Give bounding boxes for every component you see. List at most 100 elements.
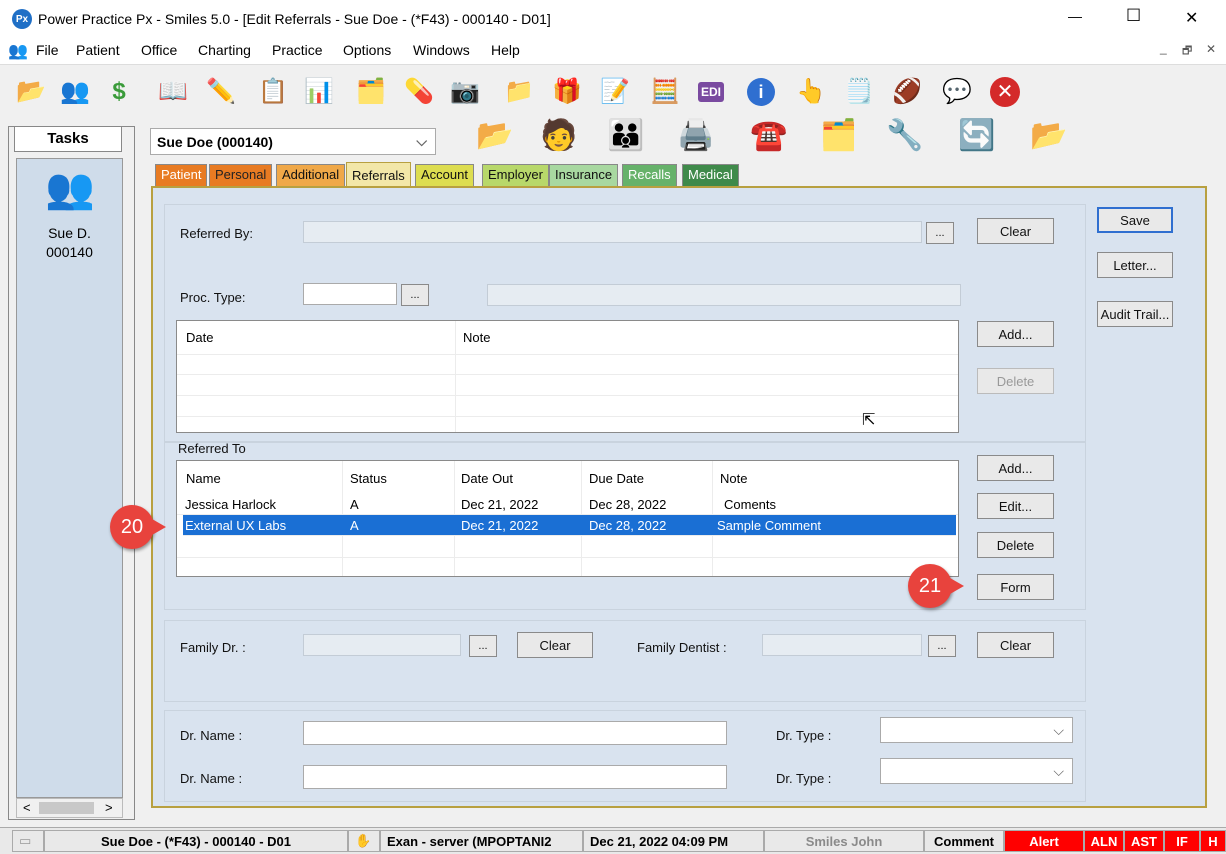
referred-to-delete-button[interactable]: Delete: [977, 532, 1054, 558]
patient-icon[interactable]: 🧑: [540, 118, 577, 153]
menu-windows[interactable]: Windows: [413, 42, 470, 58]
referred-by-clear-button[interactable]: Clear: [977, 218, 1054, 244]
refresh-icon[interactable]: 🔄: [958, 118, 995, 153]
maximize-button[interactable]: ☐: [1126, 6, 1141, 26]
family-icon[interactable]: 👪: [607, 118, 644, 153]
chart-pencil-icon[interactable]: ✏️: [204, 75, 238, 109]
hand-pointer-icon[interactable]: 👆: [794, 75, 828, 109]
tab-referrals[interactable]: Referrals: [346, 162, 411, 188]
status-h[interactable]: H: [1200, 830, 1226, 852]
tab-additional[interactable]: Additional: [276, 164, 346, 186]
menu-options[interactable]: Options: [343, 42, 391, 58]
referred-to-edit-button[interactable]: Edit...: [977, 493, 1054, 519]
col-date-out[interactable]: Date Out: [461, 471, 513, 486]
tools-icon[interactable]: 🔧: [886, 118, 923, 153]
football-icon[interactable]: 🏈: [890, 75, 924, 109]
family-dr-field[interactable]: [303, 634, 461, 656]
status-ast[interactable]: AST: [1124, 830, 1164, 852]
notes-col-date[interactable]: Date: [186, 330, 213, 345]
family-dr-browse-button[interactable]: ...: [469, 635, 497, 657]
folder-sync-icon[interactable]: 📂: [1030, 118, 1067, 153]
table-row-selected[interactable]: External UX Labs A Dec 21, 2022 Dec 28, …: [183, 515, 956, 536]
medicine-icon[interactable]: 💊: [402, 75, 436, 109]
tab-insurance[interactable]: Insurance: [549, 164, 619, 186]
scroll-left-arrow[interactable]: <: [23, 800, 31, 815]
tab-patient[interactable]: Patient: [155, 164, 208, 186]
tab-personal[interactable]: Personal: [209, 164, 273, 186]
notepad-icon[interactable]: 🗒️: [842, 75, 876, 109]
dr-type-select-2[interactable]: ⌵: [880, 758, 1073, 784]
chat-icon[interactable]: 💬: [940, 75, 974, 109]
status-if[interactable]: IF: [1164, 830, 1200, 852]
referred-by-field[interactable]: [303, 221, 922, 243]
scroll-right-arrow[interactable]: >: [105, 800, 113, 815]
folder-tools-icon[interactable]: 🗂️: [354, 75, 388, 109]
status-alert[interactable]: Alert: [1004, 830, 1084, 852]
dr-type-select-1[interactable]: ⌵: [880, 717, 1073, 743]
referred-to-grid[interactable]: Name Status Date Out Due Date Note Jessi…: [176, 460, 959, 577]
col-note[interactable]: Note: [720, 471, 747, 486]
tab-account[interactable]: Account: [415, 164, 474, 186]
mdi-minimize-button[interactable]: _: [1160, 41, 1167, 55]
gift-icon[interactable]: 🎁: [550, 75, 584, 109]
close-window-button[interactable]: ✕: [1185, 8, 1198, 28]
notes-row[interactable]: [177, 375, 958, 396]
notes-delete-button[interactable]: Delete: [977, 368, 1054, 394]
camera-icon[interactable]: 📷: [448, 75, 482, 109]
menu-file[interactable]: File: [36, 42, 59, 58]
exit-icon[interactable]: ✕: [988, 75, 1022, 109]
tasks-hscrollbar[interactable]: < >: [16, 798, 123, 818]
status-aln[interactable]: ALN: [1084, 830, 1124, 852]
notes-grid[interactable]: Date Note: [176, 320, 959, 433]
family-dentist-field[interactable]: [762, 634, 922, 656]
notes-row[interactable]: [177, 354, 958, 375]
phone-icon[interactable]: ☎️: [750, 118, 787, 153]
folders-icon[interactable]: 📁: [502, 75, 536, 109]
col-due-date[interactable]: Due Date: [589, 471, 644, 486]
referred-to-add-button[interactable]: Add...: [977, 455, 1054, 481]
family-dentist-browse-button[interactable]: ...: [928, 635, 956, 657]
table-row[interactable]: [177, 558, 958, 579]
col-status[interactable]: Status: [350, 471, 387, 486]
menu-patient[interactable]: Patient: [76, 42, 120, 58]
menu-practice[interactable]: Practice: [272, 42, 323, 58]
mdi-close-button[interactable]: ✕: [1206, 42, 1216, 56]
notes-row[interactable]: [177, 396, 958, 417]
book-icon[interactable]: 📖: [156, 75, 190, 109]
tab-medical[interactable]: Medical: [682, 164, 739, 186]
tab-recalls[interactable]: Recalls: [622, 164, 677, 186]
folder-list-icon[interactable]: 🗂️: [820, 118, 857, 153]
scroll-thumb[interactable]: [39, 802, 94, 814]
dr-name-field-1[interactable]: [303, 721, 727, 745]
people-menu-icon[interactable]: 👥: [8, 41, 28, 61]
mdi-restore-button[interactable]: 🗗: [1182, 42, 1192, 61]
calculator-icon[interactable]: 🧮: [648, 75, 682, 109]
chart-grid-icon[interactable]: 📊: [302, 75, 336, 109]
save-button[interactable]: Save: [1097, 207, 1173, 233]
patient-avatar-icon[interactable]: 👥: [45, 165, 95, 212]
dollar-icon[interactable]: $: [102, 75, 136, 109]
tab-employer[interactable]: Employer: [482, 164, 549, 186]
proc-type-browse-button[interactable]: ...: [401, 284, 429, 306]
open-folder-icon[interactable]: 📂: [476, 118, 513, 153]
task-patient-name[interactable]: Sue D.: [17, 225, 122, 241]
table-row[interactable]: [177, 537, 958, 558]
family-dentist-clear-button[interactable]: Clear: [977, 632, 1054, 658]
status-comment[interactable]: Comment: [924, 830, 1004, 852]
proc-type-field[interactable]: [303, 283, 397, 305]
referred-by-browse-button[interactable]: ...: [926, 222, 954, 244]
edi-icon[interactable]: EDI: [694, 75, 728, 109]
referred-to-form-button[interactable]: Form: [977, 574, 1054, 600]
open-folder-icon[interactable]: 📂: [14, 75, 48, 109]
notes-col-note[interactable]: Note: [463, 330, 490, 345]
printer-alert-icon[interactable]: 🖨️: [677, 118, 714, 153]
letter-button[interactable]: Letter...: [1097, 252, 1173, 278]
table-row[interactable]: Jessica Harlock A Dec 21, 2022 Dec 28, 2…: [177, 494, 958, 515]
patients-icon[interactable]: 👥: [58, 75, 92, 109]
dr-name-field-2[interactable]: [303, 765, 727, 789]
col-name[interactable]: Name: [186, 471, 221, 486]
menu-help[interactable]: Help: [491, 42, 520, 58]
patient-select[interactable]: Sue Doe (000140) ⌵: [150, 128, 436, 155]
notes-add-button[interactable]: Add...: [977, 321, 1054, 347]
menu-charting[interactable]: Charting: [198, 42, 251, 58]
